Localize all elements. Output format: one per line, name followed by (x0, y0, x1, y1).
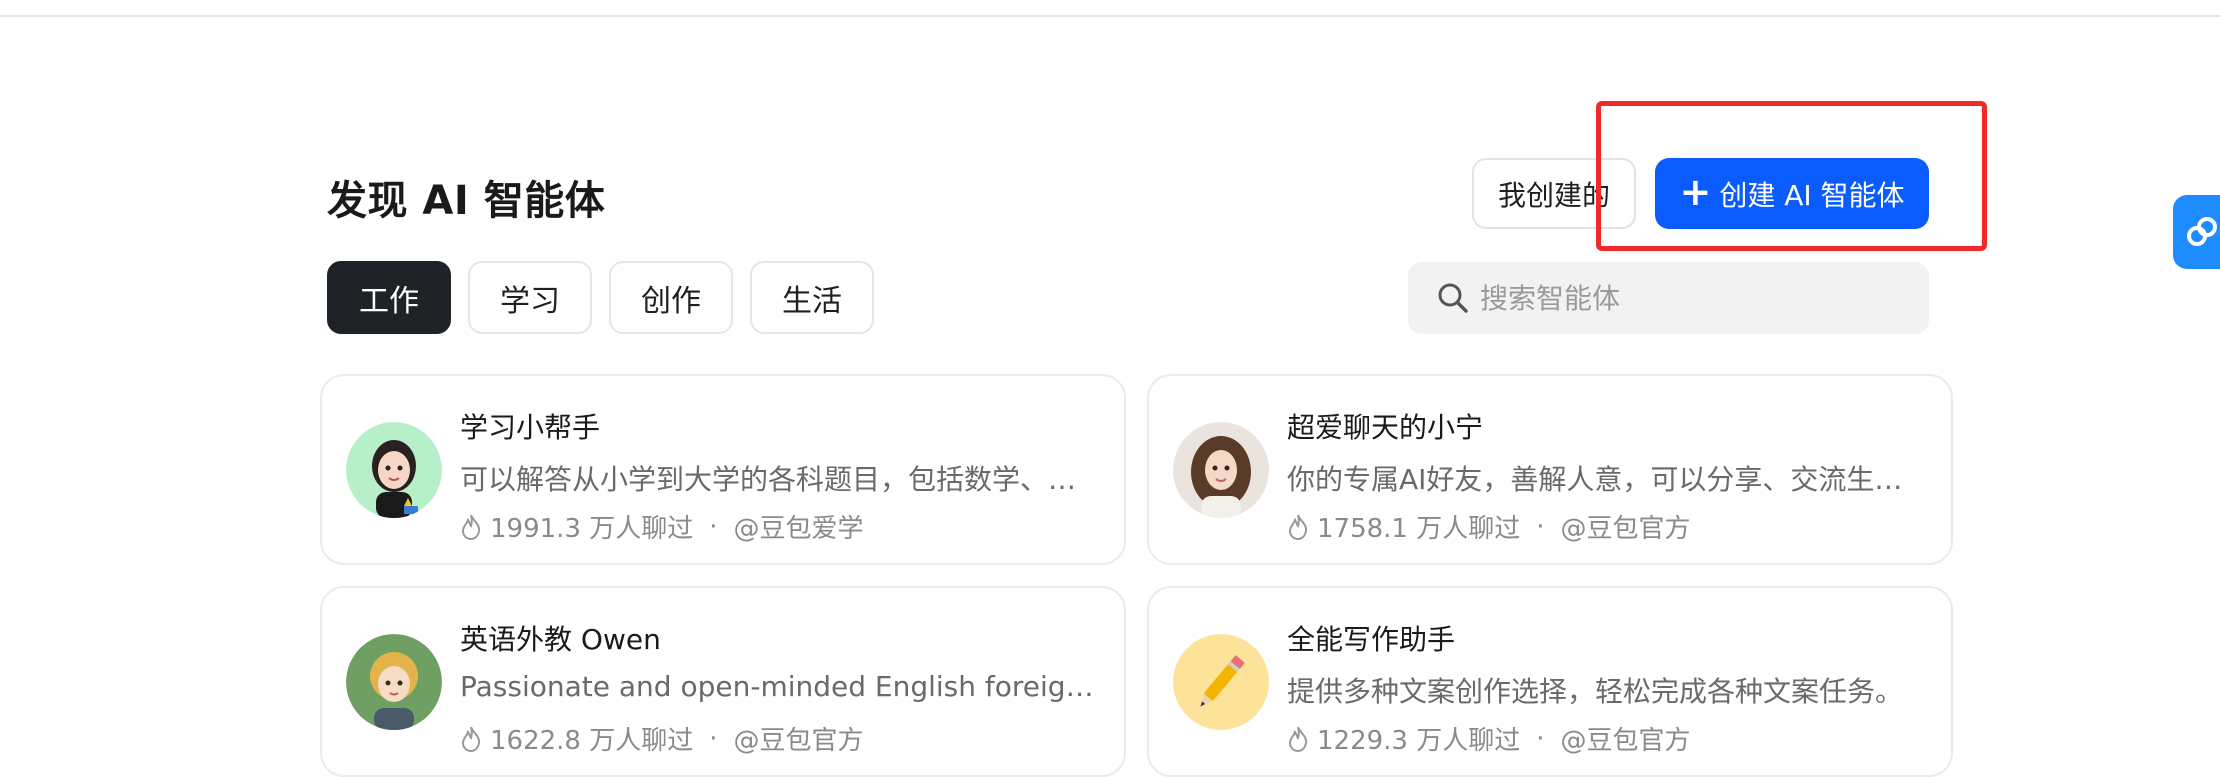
avatar (1173, 422, 1269, 518)
flame-icon (461, 514, 481, 540)
flame-icon (1288, 514, 1308, 540)
flame-icon (461, 726, 481, 752)
agent-card[interactable]: 学习小帮手 可以解答从小学到大学的各科题目，包括数学、语文、英语、物理、化学等 … (320, 374, 1126, 565)
agent-author[interactable]: @豆包官方 (1561, 508, 1691, 545)
tab-work[interactable]: 工作 (327, 261, 451, 334)
tab-study[interactable]: 学习 (468, 261, 592, 334)
my-created-button[interactable]: 我创建的 (1472, 158, 1636, 229)
agent-meta: 1622.8 万人聊过 · @豆包官方 (460, 720, 864, 757)
agent-author[interactable]: @豆包官方 (1561, 720, 1691, 757)
link-icon (2187, 217, 2217, 246)
side-float-button[interactable] (2173, 195, 2220, 269)
avatar (346, 422, 442, 518)
separator-dot: · (1536, 723, 1545, 754)
agent-card[interactable]: 英语外教 Owen Passionate and open-minded Eng… (320, 586, 1126, 777)
agent-name: 全能写作助手 (1287, 623, 1456, 656)
plus-icon: + (1679, 169, 1712, 214)
agent-description: Passionate and open-minded English forei… (460, 670, 1100, 703)
tab-create[interactable]: 创作 (609, 261, 733, 334)
agent-description: 提供多种文案创作选择，轻松完成各种文案任务。 (1287, 675, 1904, 708)
create-agent-label: 创建 AI 智能体 (1719, 178, 1905, 212)
agent-name: 英语外教 Owen (460, 623, 661, 656)
agent-author[interactable]: @豆包爱学 (734, 508, 864, 545)
avatar (346, 634, 442, 730)
top-bar (0, 0, 2220, 17)
agent-name: 学习小帮手 (460, 411, 601, 444)
separator-dot: · (709, 723, 718, 754)
page-title: 发现 AI 智能体 (327, 178, 606, 224)
chat-count: 1229.3 万人聊过 (1317, 726, 1521, 756)
flame-icon (1288, 726, 1308, 752)
chat-count: 1622.8 万人聊过 (490, 726, 694, 756)
agent-meta: 1229.3 万人聊过 · @豆包官方 (1287, 720, 1691, 757)
tab-life[interactable]: 生活 (750, 261, 874, 334)
agent-description: 你的专属AI好友，善解人意，可以分享、交流生活中的点滴 (1287, 463, 1927, 496)
agent-meta: 1758.1 万人聊过 · @豆包官方 (1287, 508, 1691, 545)
agent-description: 可以解答从小学到大学的各科题目，包括数学、语文、英语、物理、化学等 (460, 463, 1100, 496)
search-box (1408, 262, 1929, 334)
agent-author[interactable]: @豆包官方 (734, 720, 864, 757)
agent-card[interactable]: 全能写作助手 提供多种文案创作选择，轻松完成各种文案任务。 1229.3 万人聊… (1147, 586, 1953, 777)
chat-count: 1991.3 万人聊过 (490, 514, 694, 544)
agent-card[interactable]: 超爱聊天的小宁 你的专属AI好友，善解人意，可以分享、交流生活中的点滴 1758… (1147, 374, 1953, 565)
category-tabs: 工作 学习 创作 生活 (327, 261, 874, 334)
agent-name: 超爱聊天的小宁 (1287, 411, 1484, 444)
avatar (1173, 634, 1269, 730)
chat-count: 1758.1 万人聊过 (1317, 514, 1521, 544)
search-input[interactable] (1480, 281, 1900, 315)
search-icon (1438, 283, 1468, 313)
agent-meta: 1991.3 万人聊过 · @豆包爱学 (460, 508, 864, 545)
create-agent-button[interactable]: + 创建 AI 智能体 (1655, 158, 1929, 229)
separator-dot: · (709, 511, 718, 542)
separator-dot: · (1536, 511, 1545, 542)
